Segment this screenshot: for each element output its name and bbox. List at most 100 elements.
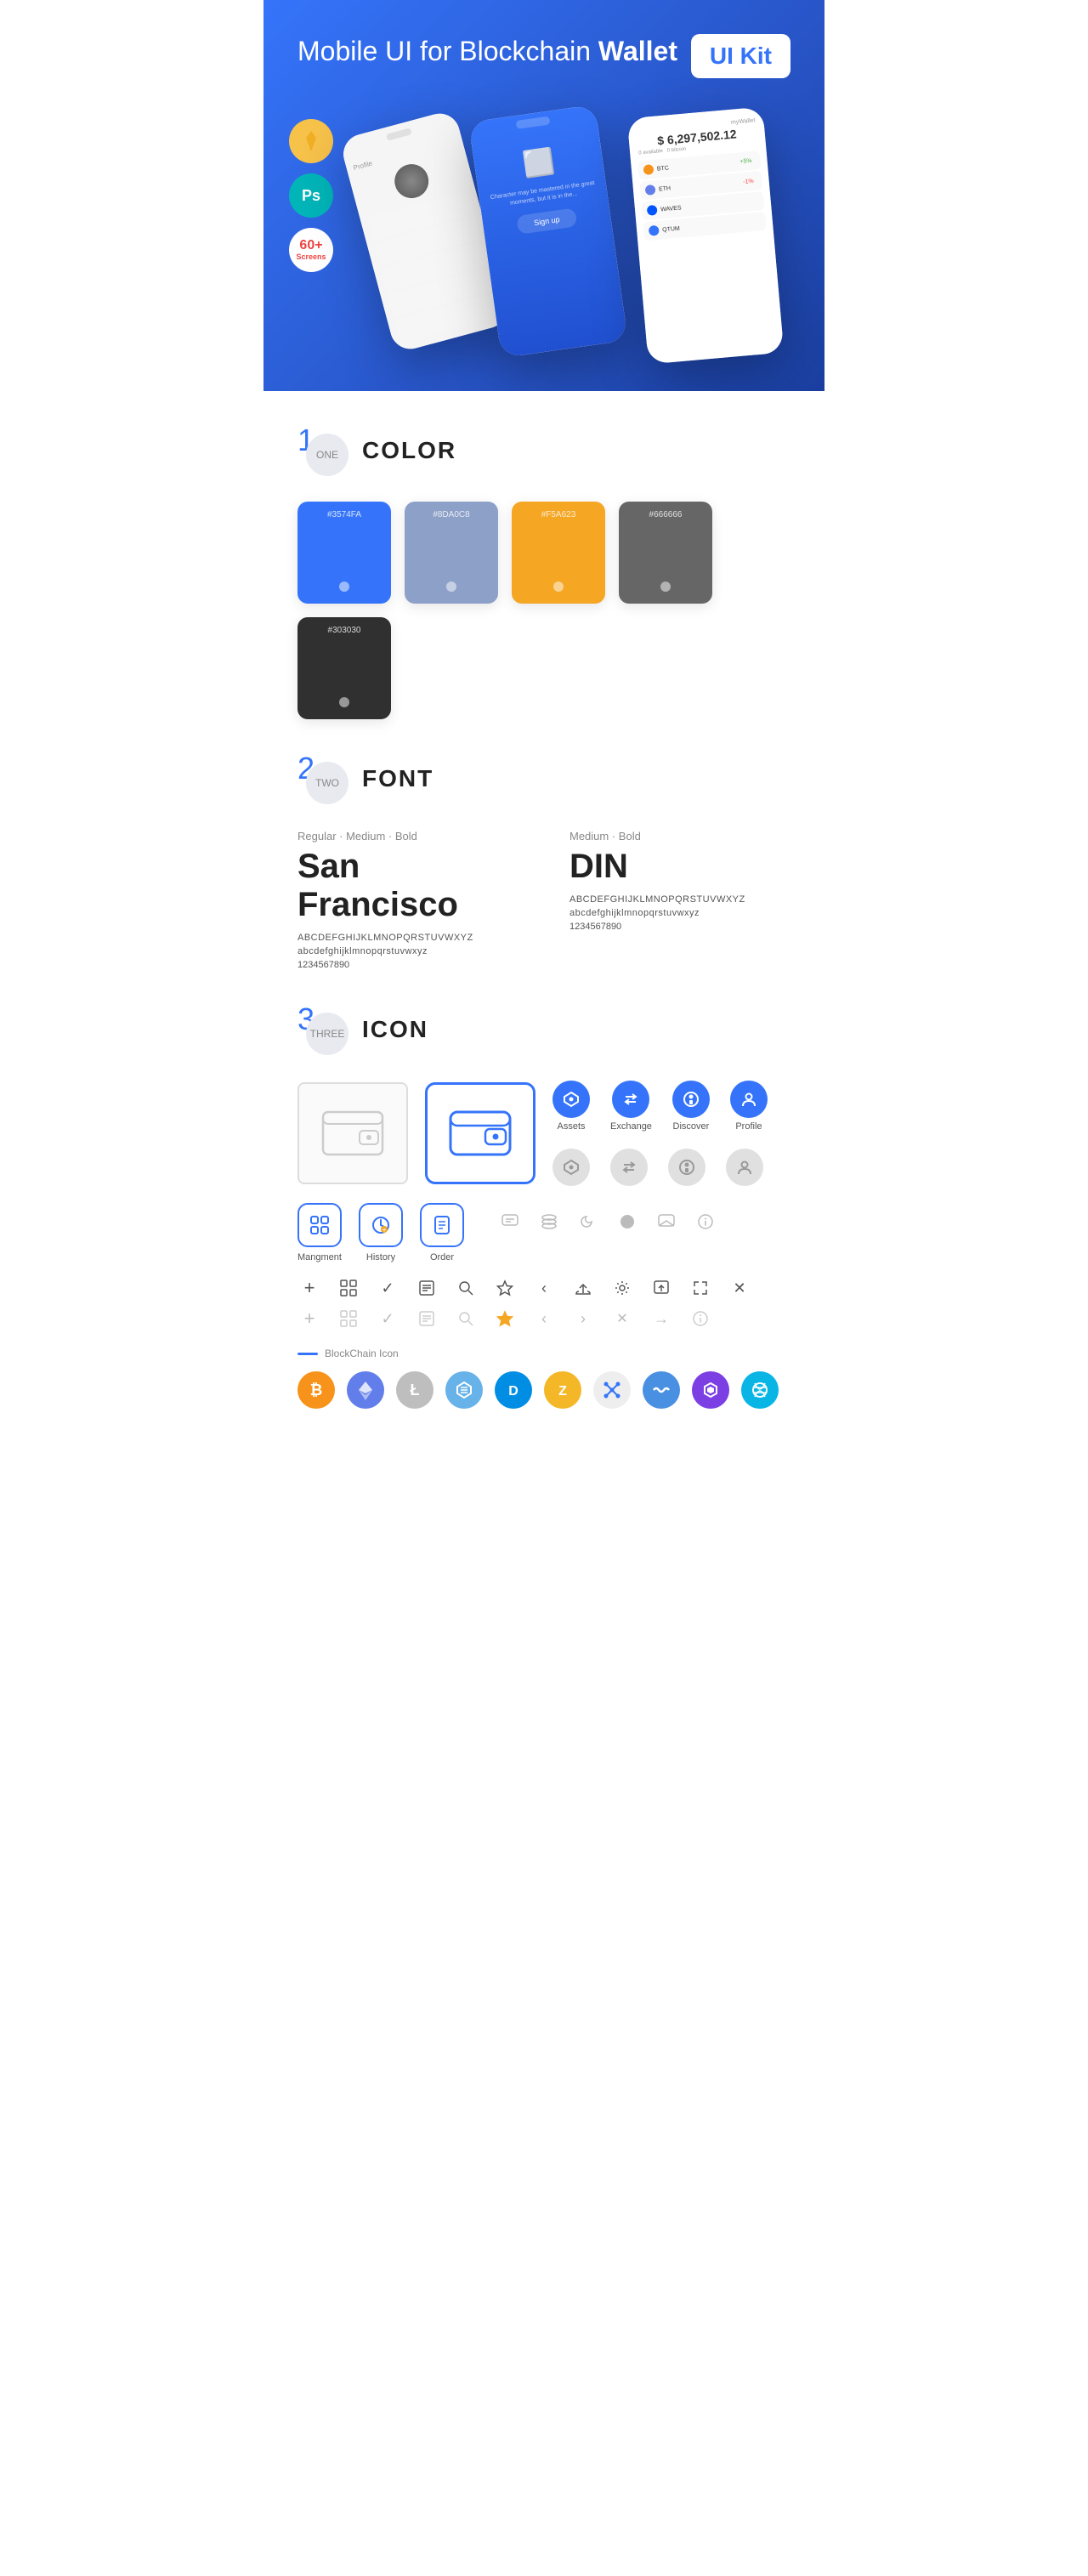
grid-add-icon <box>337 1276 360 1300</box>
font-number-circle: TWO <box>306 762 348 804</box>
color-swatch-dark: #303030 <box>298 617 391 719</box>
icon-nav-exchange: Exchange <box>610 1081 652 1132</box>
font-din-numbers: 1234567890 <box>570 922 790 932</box>
font-section: Regular · Medium · Bold San Francisco AB… <box>298 830 790 970</box>
color-swatch-gray: #666666 <box>619 502 712 604</box>
font-section-header: 2 TWO FONT <box>298 753 790 804</box>
icon-small-row-2: + ✓ ‹ › ✕ → <box>298 1307 790 1331</box>
moon-icon <box>576 1210 600 1234</box>
profile-label: Profile <box>735 1121 762 1132</box>
discover-icon <box>672 1081 710 1118</box>
management-icon <box>298 1203 342 1247</box>
exchange-label: Exchange <box>610 1121 652 1132</box>
history-label: History <box>366 1252 395 1262</box>
discover-icon-gray <box>668 1149 706 1186</box>
svg-text:Ł: Ł <box>411 1382 420 1399</box>
icon-colored-wallet <box>425 1082 536 1184</box>
icon-small-row-1: + ✓ ‹ <box>298 1276 790 1300</box>
back-icon-gray: ‹ <box>532 1307 556 1331</box>
icon-nav-discover-gray <box>668 1149 706 1186</box>
font-sf-upper: ABCDEFGHIJKLMNOPQRSTUVWXYZ <box>298 933 518 943</box>
icon-nav-discover: Discover <box>672 1081 710 1132</box>
font-sf-style: Regular · Medium · Bold <box>298 830 518 843</box>
icon-number-circle: THREE <box>306 1013 348 1055</box>
forward-icon-gray: › <box>571 1307 595 1331</box>
plus-icon: + <box>298 1276 321 1300</box>
icon-nav-row-gray <box>552 1149 768 1186</box>
color-number-circle: ONE <box>306 434 348 476</box>
svg-text:₿: ₿ <box>310 1382 323 1399</box>
font-sf-numbers: 1234567890 <box>298 960 518 970</box>
icon-section-number: 3 THREE <box>298 1004 348 1055</box>
assets-icon <box>552 1081 590 1118</box>
order-label: Order <box>430 1252 454 1262</box>
font-col-sf: Regular · Medium · Bold San Francisco AB… <box>298 830 518 970</box>
font-number-word: TWO <box>315 777 339 789</box>
exchange-icon <box>612 1081 649 1118</box>
list-icon <box>415 1276 439 1300</box>
blockchain-label-text: BlockChain Icon <box>325 1348 399 1359</box>
ethereum-icon <box>347 1371 384 1409</box>
color-swatches: #3574FA #8DA0C8 #F5A623 #666666 #303030 <box>298 502 790 719</box>
search-icon <box>454 1276 478 1300</box>
star-icon <box>493 1276 517 1300</box>
font-section-number: 2 TWO <box>298 753 348 804</box>
message-icon <box>654 1210 678 1234</box>
bitcoin-icon: ₿ <box>298 1371 335 1409</box>
color-swatch-orange: #F5A623 <box>512 502 605 604</box>
litecoin-icon: Ł <box>396 1371 434 1409</box>
history-icon: + <box>359 1203 403 1247</box>
font-columns: Regular · Medium · Bold San Francisco AB… <box>298 830 790 970</box>
circle-icon <box>615 1210 639 1234</box>
grid-icon <box>593 1371 631 1409</box>
icon-nav-row-colored: Assets Exchange Discover <box>552 1081 768 1132</box>
assets-label: Assets <box>557 1121 585 1132</box>
font-col-din: Medium · Bold DIN ABCDEFGHIJKLMNOPQRSTUV… <box>570 830 790 970</box>
font-din-lower: abcdefghijklmnopqrstuvwxyz <box>570 908 790 918</box>
management-label: Mangment <box>298 1252 342 1262</box>
info-icon <box>694 1210 717 1234</box>
profile-icon-gray <box>726 1149 763 1186</box>
grid-add-icon-gray <box>337 1307 360 1331</box>
info-circle-icon-gray <box>688 1307 712 1331</box>
svg-text:D: D <box>508 1384 518 1399</box>
checkmark-icon: ✓ <box>376 1276 400 1300</box>
color-section-number: 1 ONE <box>298 425 348 476</box>
misc-icons-row <box>498 1210 717 1234</box>
order-icon <box>420 1203 464 1247</box>
icon-section-header: 3 THREE ICON <box>298 1004 790 1055</box>
expand-icon <box>688 1276 712 1300</box>
search-icon-gray <box>454 1307 478 1331</box>
arrow-right-icon-gray: → <box>649 1307 673 1331</box>
icon-app-row: Mangment + History Order <box>298 1203 790 1262</box>
blockchain-label: BlockChain Icon <box>298 1348 790 1359</box>
plus-icon-gray: + <box>298 1307 321 1331</box>
color-number-word: ONE <box>316 449 338 461</box>
color-swatch-blue: #3574FA <box>298 502 391 604</box>
nem-icon <box>445 1371 483 1409</box>
hero-section: Mobile UI for Blockchain Wallet UI Kit P… <box>264 0 824 391</box>
waves-icon <box>643 1371 680 1409</box>
icon-nav-profile: Profile <box>730 1081 768 1132</box>
font-sf-name: San Francisco <box>298 848 518 924</box>
stellar-icon <box>741 1371 779 1409</box>
exchange-icon-gray <box>610 1149 648 1186</box>
chat-icon <box>498 1210 522 1234</box>
discover-label: Discover <box>673 1121 710 1132</box>
phone-right: myWallet $ 6,297,502.12 0 available 0 bi… <box>627 106 785 364</box>
font-section-title: FONT <box>362 765 434 792</box>
hero-title-bold: Wallet <box>598 36 677 66</box>
assets-icon-gray <box>552 1149 590 1186</box>
icon-section-title: ICON <box>362 1016 428 1043</box>
color-section-title: COLOR <box>362 437 456 464</box>
icon-number-word: THREE <box>310 1028 345 1040</box>
svg-text:+: + <box>382 1228 386 1234</box>
icon-grid-top: Assets Exchange Discover <box>298 1081 790 1186</box>
icon-nav-profile-gray <box>726 1149 763 1186</box>
icon-nav-assets-gray <box>552 1149 590 1186</box>
font-din-style: Medium · Bold <box>570 830 790 843</box>
dash-icon: D <box>495 1371 532 1409</box>
ui-kit-badge: UI Kit <box>691 34 790 78</box>
icon-wireframe-wallet <box>298 1082 408 1184</box>
svg-text:Z: Z <box>558 1384 567 1399</box>
